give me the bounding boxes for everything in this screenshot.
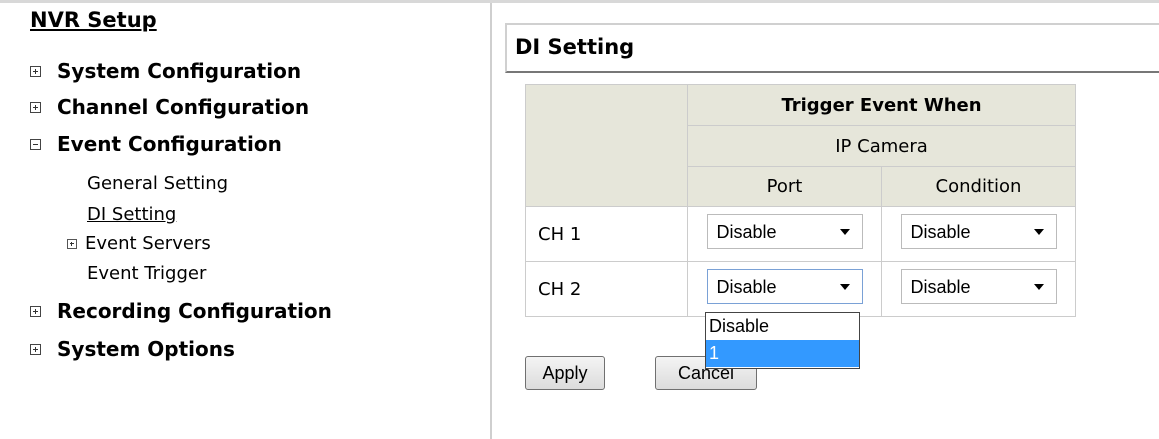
submenu-event-trigger[interactable]: Event Trigger [87,263,206,284]
submenu-event-servers[interactable]: Event Servers [67,233,211,254]
condition-cell: Disable [881,206,1076,262]
table-corner-cell [525,84,688,207]
channel-label: CH 2 [525,261,688,317]
nvr-setup-title[interactable]: NVR Setup [30,8,157,32]
menu-item-event-configuration[interactable]: Event Configuration [30,131,282,157]
dropdown-option-disable[interactable]: Disable [706,313,859,340]
expand-plus-icon[interactable] [30,65,41,77]
collapse-minus-icon[interactable] [30,138,41,150]
channel-label: CH 1 [525,206,688,262]
dropdown-arrow-icon [1033,284,1044,290]
expand-plus-icon[interactable] [30,101,41,113]
sidebar: NVR Setup System Configuration Channel C… [0,0,490,439]
menu-item-system-options[interactable]: System Options [30,336,235,362]
menu-item-system-configuration[interactable]: System Configuration [30,58,301,84]
select-value: Disable [716,222,777,242]
port-dropdown-list: Disable 1 [705,312,860,369]
select-value: Disable [910,277,971,297]
submenu-general-setting[interactable]: General Setting [87,173,228,194]
port-cell: Disable [687,261,882,317]
submenu-di-setting[interactable]: DI Setting [87,204,176,225]
menu-item-recording-configuration[interactable]: Recording Configuration [30,298,332,324]
menu-item-label: Event Configuration [57,132,282,156]
header-trigger-event: Trigger Event When [687,84,1076,126]
port-select-ch2[interactable]: Disable [706,269,863,304]
expand-plus-icon[interactable] [67,238,77,249]
port-cell: Disable [687,206,882,262]
expand-plus-icon[interactable] [30,305,41,317]
table-row: CH 2 Disable Disable [525,261,1076,317]
dropdown-arrow-icon [1033,229,1044,235]
page-title: DI Setting [515,35,635,59]
page-title-bar: DI Setting [505,23,1159,73]
port-select-ch1[interactable]: Disable [706,214,863,249]
dropdown-arrow-icon [839,284,850,290]
panel-divider [490,3,492,439]
header-port: Port [687,166,882,207]
expand-plus-icon[interactable] [30,343,41,355]
table-row: CH 1 Disable Disable [525,206,1076,262]
header-condition: Condition [881,166,1076,207]
menu-item-label: Recording Configuration [57,299,332,323]
menu-item-label: System Configuration [57,59,302,83]
dropdown-arrow-icon [839,229,850,235]
select-value: Disable [910,222,971,242]
condition-select-ch2[interactable]: Disable [900,269,1057,304]
menu-item-channel-configuration[interactable]: Channel Configuration [30,94,309,120]
di-setting-table: Trigger Event When IP Camera Port Condit… [525,84,1076,317]
apply-button[interactable]: Apply [525,356,605,390]
condition-cell: Disable [881,261,1076,317]
dropdown-option-1[interactable]: 1 [706,340,859,367]
header-ip-camera: IP Camera [687,125,1076,167]
submenu-label: Event Servers [85,233,211,254]
condition-select-ch1[interactable]: Disable [900,214,1057,249]
menu-item-label: System Options [57,337,235,361]
menu-item-label: Channel Configuration [57,95,310,119]
select-value: Disable [716,277,777,297]
